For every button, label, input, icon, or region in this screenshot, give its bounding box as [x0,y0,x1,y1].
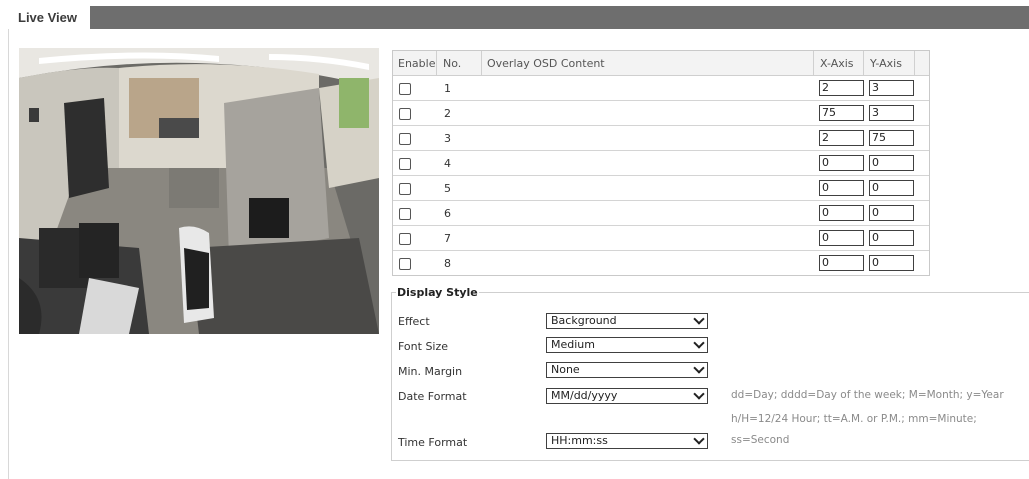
row-number: 8 [444,257,451,270]
time-format-select[interactable]: HH:mm:ss [546,433,708,449]
time-format-label: Time Format [398,436,468,449]
y-axis-input[interactable]: 3 [869,105,914,121]
table-row: 7 0 0 [393,226,929,251]
table-row: 3 2 75 [393,126,929,151]
effect-value: Background [551,314,617,327]
x-axis-input[interactable]: 2 [819,130,864,146]
y-axis-input[interactable]: 0 [869,155,914,171]
x-axis-input[interactable]: 0 [819,230,864,246]
column-divider [914,51,915,75]
enable-checkbox[interactable] [399,133,411,145]
table-row: 6 0 0 [393,201,929,226]
y-axis-input[interactable]: 75 [869,130,914,146]
y-axis-input[interactable]: 3 [869,80,914,96]
chevron-down-icon [693,362,705,374]
camera-preview [19,48,379,334]
x-axis-input[interactable]: 75 [819,105,864,121]
table-row: 4 0 0 [393,151,929,176]
header-y-axis: Y-Axis [870,57,902,70]
enable-checkbox[interactable] [399,183,411,195]
min-margin-select[interactable]: None [546,362,708,378]
x-axis-input[interactable]: 0 [819,180,864,196]
header-no: No. [443,57,462,70]
row-number: 7 [444,232,451,245]
chevron-down-icon [693,433,705,445]
fisheye-office-image [19,48,379,334]
date-format-label: Date Format [398,390,467,403]
chevron-down-icon [693,313,705,325]
column-divider [813,51,814,75]
x-axis-input[interactable]: 0 [819,155,864,171]
effect-label: Effect [398,315,430,328]
column-divider [481,51,482,75]
enable-checkbox[interactable] [399,108,411,120]
header-content: Overlay OSD Content [487,57,605,70]
chevron-down-icon [693,388,705,400]
x-axis-input[interactable]: 0 [819,205,864,221]
header-x-axis: X-Axis [820,57,854,70]
row-number: 2 [444,107,451,120]
row-number: 3 [444,132,451,145]
tab-live-view[interactable]: Live View [8,6,90,33]
y-axis-input[interactable]: 0 [869,205,914,221]
table-row: 5 0 0 [393,176,929,201]
table-row: 8 0 0 [393,251,929,276]
enable-checkbox[interactable] [399,83,411,95]
table-row: 2 75 3 [393,101,929,126]
x-axis-input[interactable]: 2 [819,80,864,96]
format-hint-line-1: dd=Day; dddd=Day of the week; M=Month; y… [731,389,1004,401]
font-size-label: Font Size [398,340,449,353]
effect-select[interactable]: Background [546,313,708,329]
min-margin-label: Min. Margin [398,365,463,378]
column-divider [436,51,437,75]
font-size-value: Medium [551,338,595,351]
min-margin-value: None [551,363,580,376]
enable-checkbox[interactable] [399,158,411,170]
top-tab-bar [8,6,1029,29]
format-hint-line-3: ss=Second [731,434,790,446]
row-number: 5 [444,182,451,195]
osd-table-header: Enable No. Overlay OSD Content X-Axis Y-… [393,51,929,76]
column-divider [863,51,864,75]
osd-table: Enable No. Overlay OSD Content X-Axis Y-… [392,50,930,276]
font-size-select[interactable]: Medium [546,337,708,353]
chevron-down-icon [693,337,705,349]
y-axis-input[interactable]: 0 [869,180,914,196]
display-style-group: Display Style [391,286,1029,461]
content-border [8,29,9,479]
row-number: 6 [444,207,451,220]
date-format-select[interactable]: MM/dd/yyyy [546,388,708,404]
table-row: 1 2 3 [393,76,929,101]
row-number: 1 [444,82,451,95]
header-enable: Enable [398,57,436,70]
x-axis-input[interactable]: 0 [819,255,864,271]
format-hint-line-2: h/H=12/24 Hour; tt=A.M. or P.M.; mm=Minu… [731,413,977,425]
date-format-value: MM/dd/yyyy [551,389,618,402]
time-format-value: HH:mm:ss [551,434,608,447]
y-axis-input[interactable]: 0 [869,230,914,246]
enable-checkbox[interactable] [399,258,411,270]
enable-checkbox[interactable] [399,233,411,245]
display-style-title: Display Style [397,286,478,299]
y-axis-input[interactable]: 0 [869,255,914,271]
enable-checkbox[interactable] [399,208,411,220]
row-number: 4 [444,157,451,170]
